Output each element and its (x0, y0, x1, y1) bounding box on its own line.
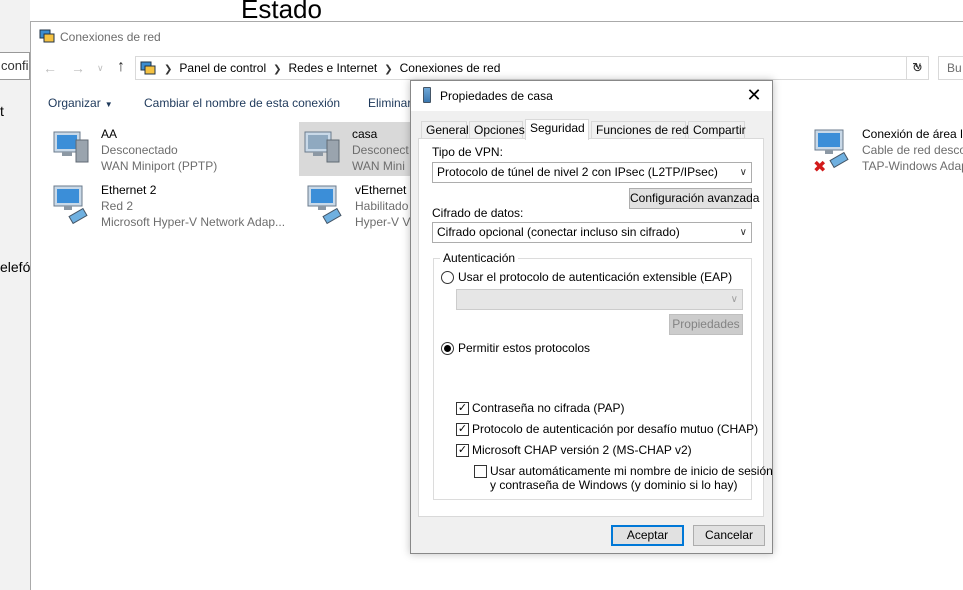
auto-logon-label-line1: Usar automáticamente mi nombre de inicio… (490, 464, 773, 478)
tab-general[interactable]: General (421, 121, 469, 139)
breadcrumb: ❯ Panel de control ❯ Redes e Internet ❯ Conex… (164, 61, 500, 75)
auto-logon-checkbox[interactable] (474, 465, 487, 478)
authentication-group-label: Autenticación (440, 251, 519, 265)
connection-item-vethernet[interactable]: vEthernet ( Habilitado Hyper-V Vi (302, 178, 422, 232)
vpn-type-value: Protocolo de túnel de nivel 2 con IPsec … (437, 165, 718, 179)
window-title: Conexiones de red (60, 30, 161, 44)
vpn-type-select[interactable]: Protocolo de túnel de nivel 2 con IPsec … (432, 162, 752, 183)
organize-button[interactable]: Organizar ▼ (48, 96, 113, 110)
network-connection-icon (307, 185, 342, 225)
connection-device: Microsoft Hyper-V Network Adap... (101, 215, 286, 229)
eap-radio[interactable] (441, 271, 454, 284)
settings-page-header: Estado (219, 0, 963, 21)
dropdown-caret-icon: ▼ (104, 100, 113, 109)
eap-radio-label: Usar el protocolo de autenticación exten… (458, 270, 733, 284)
connection-name: AA (101, 127, 118, 141)
delete-connection-button[interactable]: Eliminar (368, 96, 411, 110)
network-connection-icon (304, 131, 340, 163)
vpn-connection-icon (423, 87, 431, 103)
tab-options[interactable]: Opciones (469, 121, 525, 139)
network-connection-icon (53, 185, 88, 225)
connection-item-casa[interactable]: casa Desconect WAN Mini (299, 122, 419, 176)
connection-status: Habilitado (355, 199, 409, 213)
chevron-down-icon: ∨ (730, 294, 738, 305)
close-icon[interactable]: ✕ (744, 85, 764, 105)
encryption-label: Cifrado de datos: (432, 206, 524, 220)
properties-dialog: Propiedades de casa ✕ General Opciones S… (410, 80, 773, 554)
cancel-button[interactable]: Cancelar (693, 525, 765, 546)
connection-item-local-area[interactable]: ✖ Conexión de área lo Cable de red desco… (809, 122, 963, 176)
settings-window-edge: t elefó (0, 0, 30, 590)
settings-side-text: t (0, 103, 4, 119)
forward-arrow-icon[interactable]: → (71, 60, 85, 76)
pap-checkbox[interactable]: ✓ (456, 402, 469, 415)
advanced-settings-button[interactable]: Configuración avanzada (629, 188, 759, 209)
back-arrow-icon[interactable]: ← (43, 60, 57, 76)
connection-status: Desconectado (101, 143, 178, 157)
tab-networking[interactable]: Funciones de red (591, 121, 689, 139)
connection-status: Cable de red desco (862, 143, 963, 157)
connection-name: Conexión de área lo (862, 127, 963, 141)
network-connection-icon: ✖ (813, 129, 849, 174)
eap-method-select: ∨ (456, 289, 743, 310)
connection-name: casa (352, 127, 378, 141)
up-arrow-icon[interactable]: ↑ (117, 58, 125, 76)
connection-device: WAN Mini (352, 159, 405, 173)
allow-protocols-label: Permitir estos protocolos (458, 341, 591, 355)
rename-connection-button[interactable]: Cambiar el nombre de esta conexión (144, 96, 340, 110)
breadcrumb-network-connections[interactable]: Conexiones de red (400, 61, 501, 75)
chevron-down-icon: ∨ (739, 167, 747, 178)
dialog-titlebar: Propiedades de casa ✕ (411, 81, 772, 111)
pap-checkbox-label: Contraseña no cifrada (PAP) (472, 401, 625, 415)
vpn-type-label: Tipo de VPN: (432, 145, 503, 159)
connection-item-aa[interactable]: AA Desconectado WAN Miniport (PPTP) (48, 122, 293, 176)
settings-side-text: elefó (0, 259, 31, 275)
refresh-icon[interactable]: ↻ (906, 57, 928, 79)
navigation-row: ← → ∨ ↑ ❯ Panel de control ❯ Redes e Intern… (31, 56, 963, 82)
network-connections-icon (39, 29, 55, 43)
eap-properties-button: Propiedades (669, 314, 743, 335)
settings-search-input[interactable]: confi (0, 52, 30, 80)
breadcrumb-network-internet[interactable]: Redes e Internet (289, 61, 378, 75)
connection-device: WAN Miniport (PPTP) (101, 159, 218, 173)
settings-page-title: Estado (241, 0, 322, 21)
chap-checkbox[interactable]: ✓ (456, 423, 469, 436)
chevron-right-icon[interactable]: ❯ (384, 64, 392, 75)
network-connection-icon (53, 131, 89, 163)
breadcrumb-control-panel[interactable]: Panel de control (179, 61, 266, 75)
mschapv2-checkbox-label: Microsoft CHAP versión 2 (MS-CHAP v2) (472, 443, 692, 457)
connection-status: Desconect (352, 143, 409, 157)
tab-sharing[interactable]: Compartir (688, 121, 746, 139)
connection-device: TAP-Windows Adap (862, 159, 963, 173)
auto-logon-label-line2: y contraseña de Windows (y dominio si lo… (490, 478, 738, 492)
connection-item-ethernet-2[interactable]: Ethernet 2 Red 2 Microsoft Hyper-V Netwo… (48, 178, 293, 232)
address-bar[interactable]: ❯ Panel de control ❯ Redes e Internet ❯ Conex… (135, 56, 929, 80)
authentication-group: Autenticación Usar el protocolo de auten… (433, 251, 773, 500)
control-panel-icon (140, 61, 156, 75)
chevron-right-icon: ❯ (164, 64, 173, 75)
connection-name: vEthernet ( (355, 183, 414, 197)
connection-status: Red 2 (101, 199, 134, 213)
connection-name: Ethernet 2 (101, 183, 157, 197)
svg-text:✖: ✖ (813, 157, 826, 174)
security-panel: Tipo de VPN: Protocolo de túnel de nivel… (418, 138, 773, 517)
tab-security[interactable]: Seguridad (525, 119, 589, 140)
search-input[interactable]: Bu (938, 56, 963, 80)
ok-button[interactable]: Aceptar (611, 525, 684, 546)
chevron-down-icon: ∨ (739, 227, 747, 238)
encryption-value: Cifrado opcional (conectar incluso sin c… (437, 225, 680, 239)
chap-checkbox-label: Protocolo de autenticación por desafío m… (472, 422, 759, 436)
allow-protocols-radio[interactable] (441, 342, 454, 355)
recent-locations-chevron-icon[interactable]: ∨ (97, 63, 104, 74)
connection-device: Hyper-V Vi (355, 215, 413, 229)
mschapv2-checkbox[interactable]: ✓ (456, 444, 469, 457)
encryption-select[interactable]: Cifrado opcional (conectar incluso sin c… (432, 222, 752, 243)
chevron-right-icon[interactable]: ❯ (273, 64, 281, 75)
window-titlebar: Conexiones de red (31, 22, 963, 52)
dialog-title: Propiedades de casa (440, 89, 553, 103)
organize-label: Organizar (48, 96, 101, 110)
